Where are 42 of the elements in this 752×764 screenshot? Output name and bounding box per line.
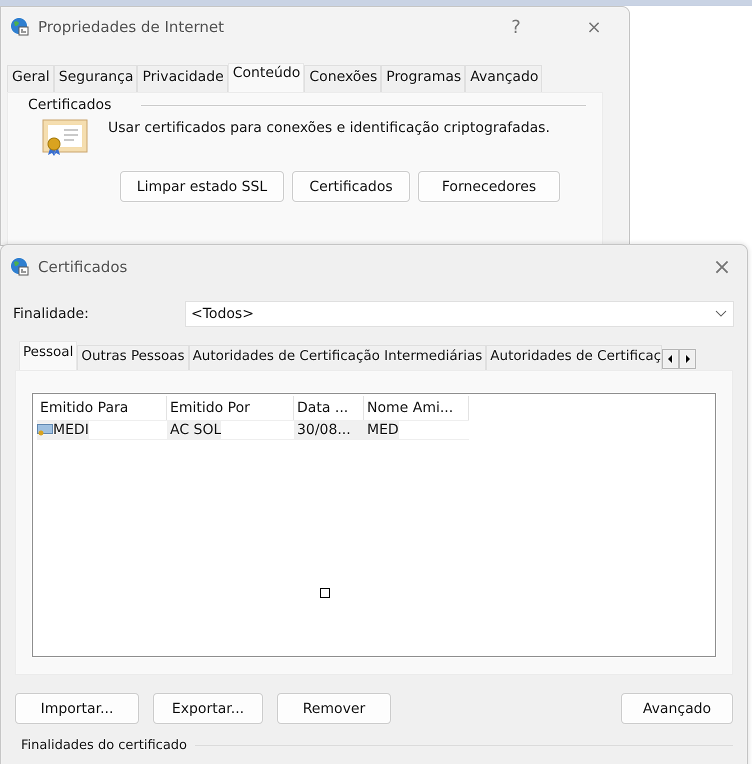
section-title: Certificados [28,97,112,113]
tab[interactable]: Pessoal [19,341,78,370]
tab-scroll-left-icon[interactable] [662,349,680,369]
advanced-button[interactable]: Avançado [621,693,733,724]
dialog-button[interactable]: Limpar estado SSL [120,171,284,202]
window-title: Propriedades de Internet [38,18,226,36]
tab[interactable]: Conteúdo [228,63,304,92]
chevron-down-icon [715,310,727,318]
section-title: Finalidades do certificado [21,738,187,753]
table-cell-text: MED [367,421,399,440]
redaction-block [398,421,469,439]
close-button[interactable]: × [697,254,747,280]
tab[interactable]: Outras Pessoas [77,345,189,370]
tab[interactable]: Conexões [304,65,382,92]
table-cell-text: 30/08... [297,421,351,440]
description-text: Usar certificados para conexões e identificação criptografadas. [108,120,550,136]
tab[interactable]: Autoridades de Certificação Intermediárias [188,345,486,370]
dialog-button[interactable]: Remover [277,693,391,724]
cursor-square-icon [320,588,330,598]
dialog-button[interactable]: Importar... [15,693,139,724]
purpose-dropdown[interactable]: <Todos> [185,301,734,327]
table-row[interactable]: MEDI AC SOL 30/08... MED [37,420,715,440]
globe-icon [10,257,30,277]
certificate-icon [37,424,53,436]
table-cell-text: MEDI [53,421,89,440]
tab-scroll-right-icon[interactable] [679,349,696,369]
tab[interactable]: Segurança [54,65,138,92]
globe-icon [10,17,30,37]
tab[interactable]: Geral [7,65,54,92]
dialog-button[interactable]: Exportar... [153,693,263,724]
help-button[interactable]: ? [481,16,551,38]
dialog-button[interactable]: Fornecedores [418,171,560,202]
tab[interactable]: Programas [381,65,466,92]
tab[interactable]: Autoridades de Certificaç [486,345,662,370]
dialog-button[interactable]: Certificados [292,171,410,202]
purpose-label: Finalidade: [13,306,90,322]
close-button[interactable]: × [559,16,629,38]
tab[interactable]: Avançado [465,65,542,92]
tab[interactable]: Privacidade [137,65,228,92]
window-title: Certificados [38,258,128,276]
table-cell-text: AC SOL [170,421,222,440]
certificate-icon [42,119,88,157]
